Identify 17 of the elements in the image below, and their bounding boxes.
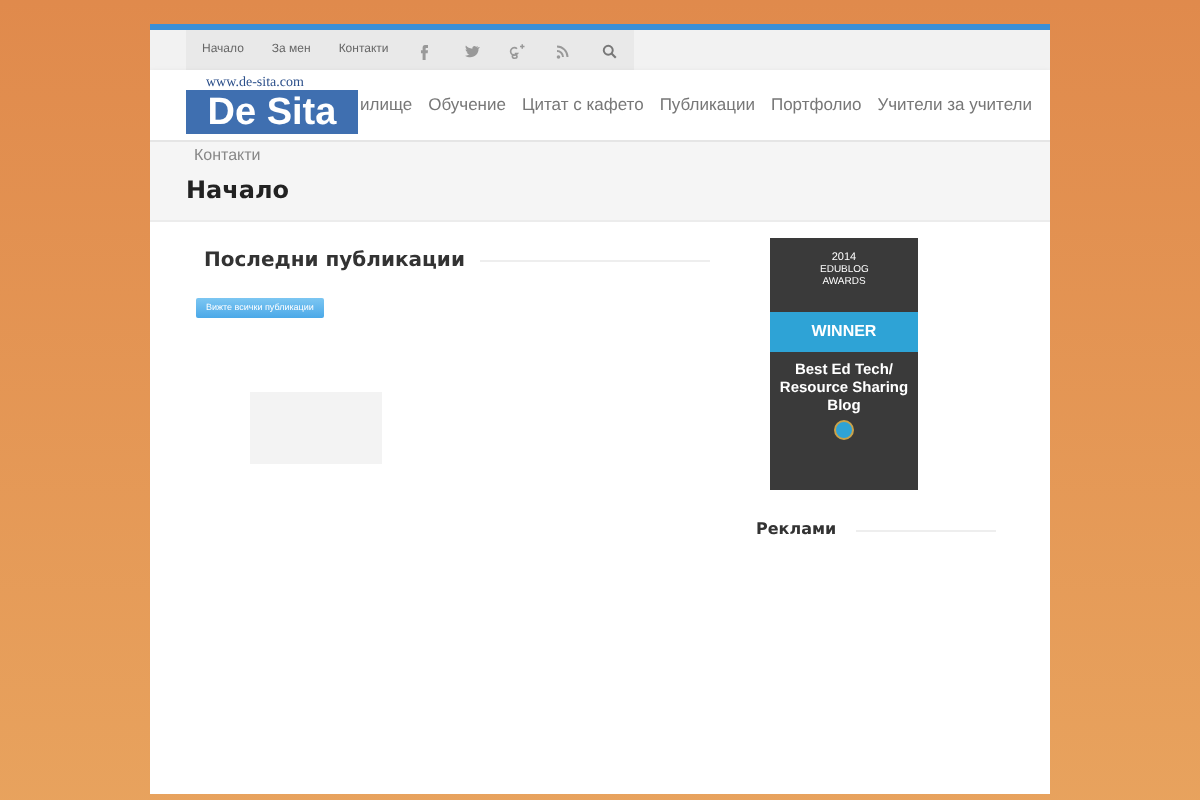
search-icon[interactable] (600, 41, 619, 59)
nav-link[interactable]: Публикации (659, 92, 755, 118)
nav-link[interactable]: Портфолио (770, 92, 862, 118)
nav-link[interactable]: Контакти (194, 144, 261, 168)
nav-link[interactable]: Цитат с кафето (521, 92, 644, 118)
rss-icon[interactable] (554, 41, 573, 59)
logo-icon (834, 420, 854, 440)
google-plus-icon[interactable] (508, 41, 527, 59)
section-heading: Последни публикации (204, 248, 465, 276)
twitter-icon[interactable] (462, 41, 481, 59)
page-title: Начало (186, 174, 290, 208)
section-heading: Реклами (756, 518, 837, 542)
badge-ribbon: WINNER (770, 312, 918, 352)
nav-link[interactable]: Учители за учители (877, 92, 1032, 118)
nav-link[interactable]: илище (360, 92, 413, 118)
logo-text: De Sita (207, 93, 337, 133)
nav-link[interactable]: Обучение (428, 92, 506, 118)
